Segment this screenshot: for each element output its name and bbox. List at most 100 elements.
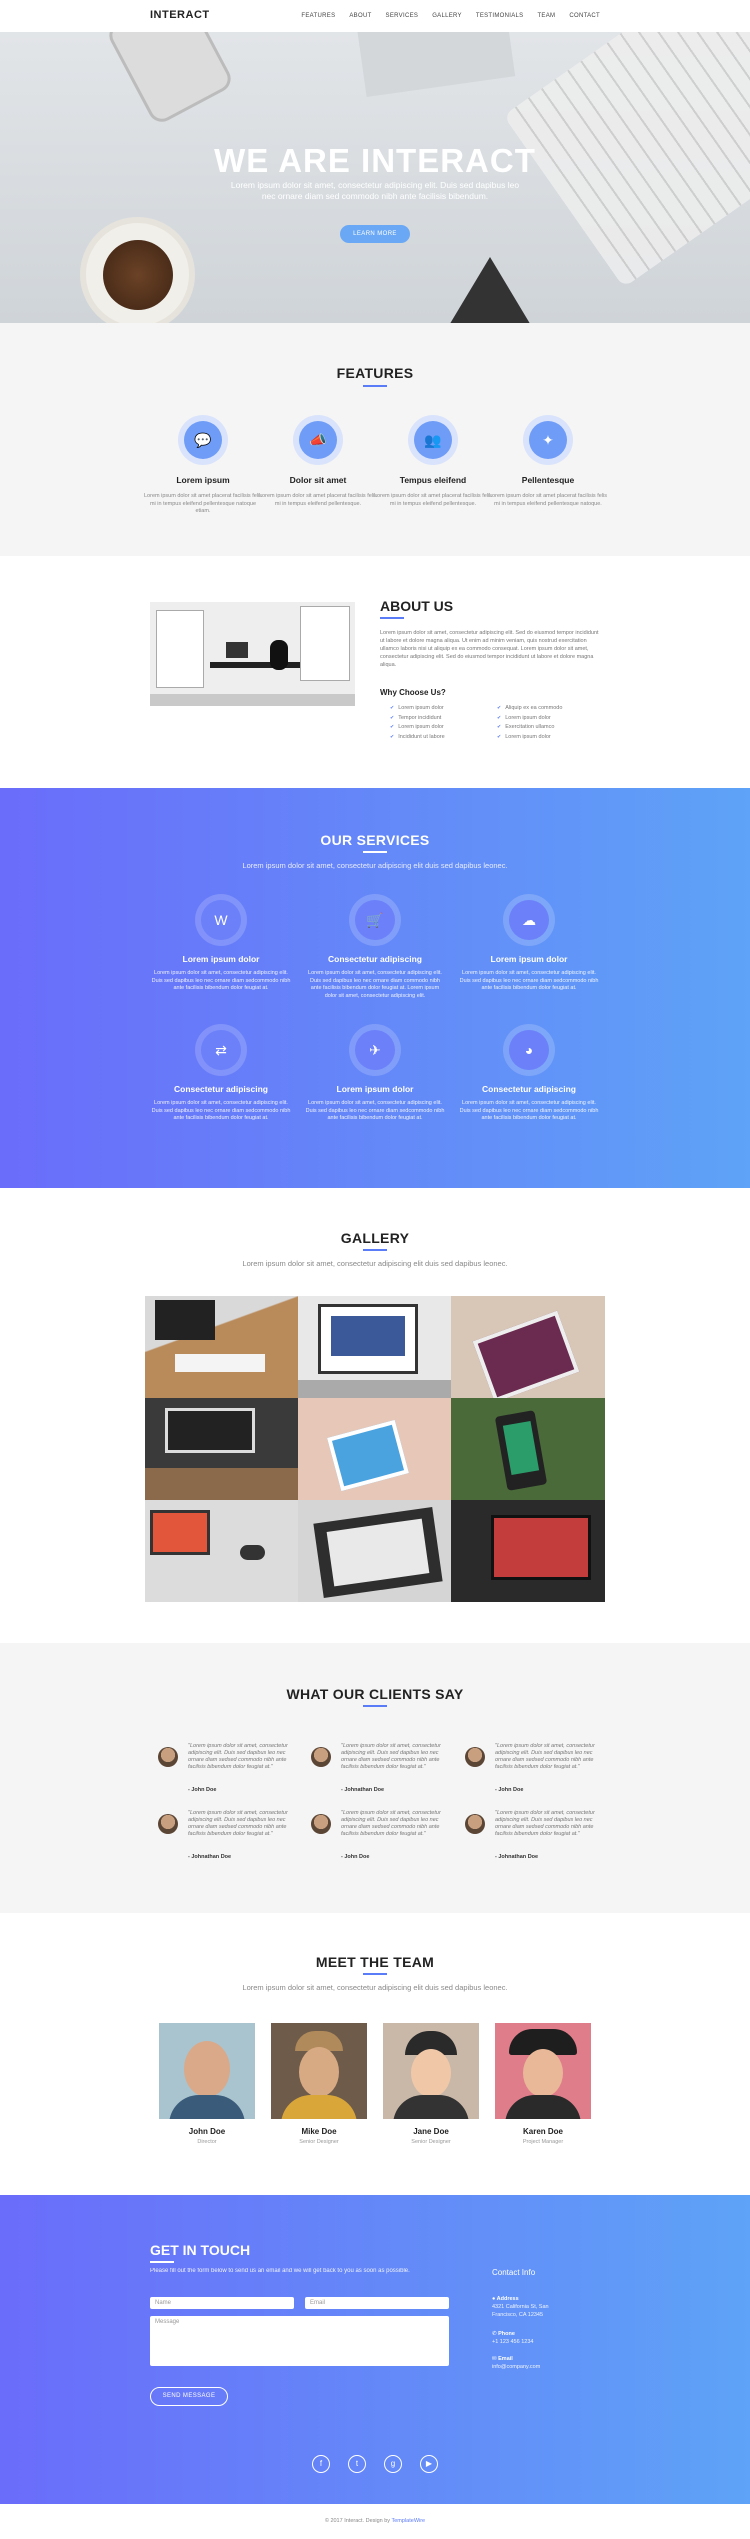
learn-more-button[interactable]: LEARN MORE — [340, 225, 410, 243]
name-field[interactable]: Name — [150, 2297, 294, 2309]
service-title: Consectetur adipiscing — [174, 1084, 268, 1094]
email-field[interactable]: Email — [305, 2297, 449, 2309]
testimonial-quote: "Lorem ipsum dolor sit amet, consectetur… — [495, 1743, 595, 1770]
gallery-section: GALLERY Lorem ipsum dolor sit amet, cons… — [0, 1188, 750, 1643]
service-item: 🛒 Consectetur adipiscing Lorem ipsum dol… — [305, 900, 445, 1000]
chat-icon: 💬 — [184, 421, 222, 459]
phone-value: +1 123 456 1234 — [492, 2339, 534, 2345]
title-underline — [363, 385, 387, 387]
team-member-name: Karen Doe — [522, 2127, 563, 2136]
envelope-icon: ✉ — [492, 2356, 497, 2362]
list-item: Tempor incididunt — [390, 715, 441, 721]
message-field[interactable]: Message — [150, 2316, 449, 2366]
cart-icon: 🛒 — [355, 900, 395, 940]
team-member-role: Project Manager — [522, 2139, 564, 2145]
nav-item-team[interactable]: TEAM — [537, 13, 555, 19]
send-message-button[interactable]: SEND MESSAGE — [150, 2387, 228, 2406]
team-photo — [495, 2023, 591, 2119]
service-item: ☁ Lorem ipsum dolor Lorem ipsum dolor si… — [459, 900, 599, 993]
service-text: Lorem ipsum dolor sit amet, consectetur … — [459, 970, 599, 991]
service-title: Consectetur adipiscing — [328, 954, 422, 964]
feature-item: 💬 Lorem ipsum Lorem ipsum dolor sit amet… — [143, 421, 263, 516]
nav-item-gallery[interactable]: GALLERY — [432, 13, 462, 19]
team-member-name: Jane Doe — [413, 2127, 449, 2136]
list-item: Exercitation ullamco — [497, 724, 554, 730]
testimonial-quote: "Lorem ipsum dolor sit amet, consectetur… — [188, 1743, 288, 1770]
team-member: Mike Doe Senior Designer — [271, 2023, 367, 2145]
service-item: ⇄ Consectetur adipiscing Lorem ipsum dol… — [151, 1030, 291, 1123]
why-choose-title: Why Choose Us? — [380, 688, 446, 697]
feature-title: Lorem ipsum — [176, 475, 230, 485]
avatar — [311, 1814, 331, 1834]
about-section: ABOUT US Lorem ipsum dolor sit amet, con… — [0, 556, 750, 788]
gallery-image[interactable] — [145, 1500, 298, 1602]
list-item: Lorem ipsum dolor — [497, 715, 551, 721]
list-item: Lorem ipsum dolor — [390, 724, 444, 730]
contact-phone: ✆ Phone +1 123 456 1234 — [492, 2330, 533, 2346]
feature-text: Lorem ipsum dolor sit amet placerat faci… — [489, 493, 607, 507]
gallery-image[interactable] — [145, 1398, 298, 1500]
phone-icon: ✆ — [492, 2331, 497, 2337]
team-member-name: John Doe — [188, 2127, 226, 2136]
megaphone-icon: 📣 — [299, 421, 337, 459]
google-plus-icon[interactable]: g — [384, 2455, 402, 2473]
why-list-right: Aliquip ex ea commodo Lorem ipsum dolor … — [497, 704, 562, 742]
hero-section: WE ARE INTERACT Lorem ipsum dolor sit am… — [0, 32, 750, 323]
hero-striped-object-image — [445, 257, 535, 323]
title-underline — [380, 617, 404, 619]
nav-item-contact[interactable]: CONTACT — [569, 13, 600, 19]
gallery-image[interactable] — [451, 1398, 605, 1500]
office-photo — [150, 602, 355, 706]
twitter-icon[interactable]: t — [348, 2455, 366, 2473]
service-text: Lorem ipsum dolor sit amet, consectetur … — [151, 970, 291, 991]
brand-logo[interactable]: INTERACT — [150, 9, 210, 21]
title-underline — [363, 1973, 387, 1975]
gallery-image[interactable] — [451, 1296, 605, 1398]
testimonial-quote: "Lorem ipsum dolor sit amet, consectetur… — [495, 1810, 595, 1837]
testimonial-author: - Johnathan Doe — [495, 1854, 539, 1860]
hero-text: Lorem ipsum dolor sit amet, consectetur … — [230, 180, 520, 201]
cloud-download-icon: ☁ — [509, 900, 549, 940]
service-title: Lorem ipsum dolor — [182, 954, 260, 964]
testimonial-quote: "Lorem ipsum dolor sit amet, consectetur… — [341, 1810, 441, 1837]
service-text: Lorem ipsum dolor sit amet, consectetur … — [151, 1100, 291, 1121]
service-item: ◕ Consectetur adipiscing Lorem ipsum dol… — [459, 1030, 599, 1123]
map-marker-icon: ● — [492, 2296, 496, 2302]
team-title: MEET THE TEAM — [315, 1954, 435, 1970]
team-member: John Doe Director — [159, 2023, 255, 2145]
team-photo — [271, 2023, 367, 2119]
address-label: Address — [496, 2296, 519, 2302]
group-icon: 👥 — [414, 421, 452, 459]
feature-title: Dolor sit amet — [289, 475, 347, 485]
email-value: info@company.com — [492, 2364, 541, 2370]
service-title: Lorem ipsum dolor — [490, 954, 568, 964]
gallery-image[interactable] — [298, 1398, 451, 1500]
services-title: OUR SERVICES — [320, 832, 430, 848]
gallery-image[interactable] — [145, 1296, 298, 1398]
youtube-icon[interactable]: ▶ — [420, 2455, 438, 2473]
footer: © 2017 Interact. Design by TemplateWire — [0, 2504, 750, 2539]
gallery-image[interactable] — [451, 1500, 605, 1602]
footer-link[interactable]: TemplateWire — [392, 2518, 426, 2524]
service-text: Lorem ipsum dolor sit amet, consectetur … — [305, 1100, 445, 1121]
nav-item-features[interactable]: FEATURES — [301, 13, 335, 19]
testimonial-author: - Johnathan Doe — [341, 1787, 385, 1793]
team-subtitle: Lorem ipsum dolor sit amet, consectetur … — [242, 1983, 508, 1992]
contact-title: GET IN TOUCH — [150, 2242, 251, 2258]
facebook-icon[interactable]: f — [312, 2455, 330, 2473]
team-member-role: Senior Designer — [411, 2139, 451, 2145]
title-underline — [363, 1249, 387, 1251]
nav-item-services[interactable]: SERVICES — [386, 13, 419, 19]
team-member: Karen Doe Project Manager — [495, 2023, 591, 2145]
airplane-icon: ✈ — [355, 1030, 395, 1070]
list-item: Aliquip ex ea commodo — [497, 705, 562, 711]
nav-item-testimonials[interactable]: TESTIMONIALS — [476, 13, 524, 19]
wordpress-icon: W — [201, 900, 241, 940]
service-text: Lorem ipsum dolor sit amet, consectetur … — [459, 1100, 599, 1121]
team-photo — [159, 2023, 255, 2119]
gallery-image[interactable] — [298, 1296, 451, 1398]
team-member-role: Director — [197, 2139, 217, 2145]
nav-item-about[interactable]: ABOUT — [349, 13, 371, 19]
gallery-title: GALLERY — [340, 1230, 410, 1246]
gallery-image[interactable] — [298, 1500, 451, 1602]
